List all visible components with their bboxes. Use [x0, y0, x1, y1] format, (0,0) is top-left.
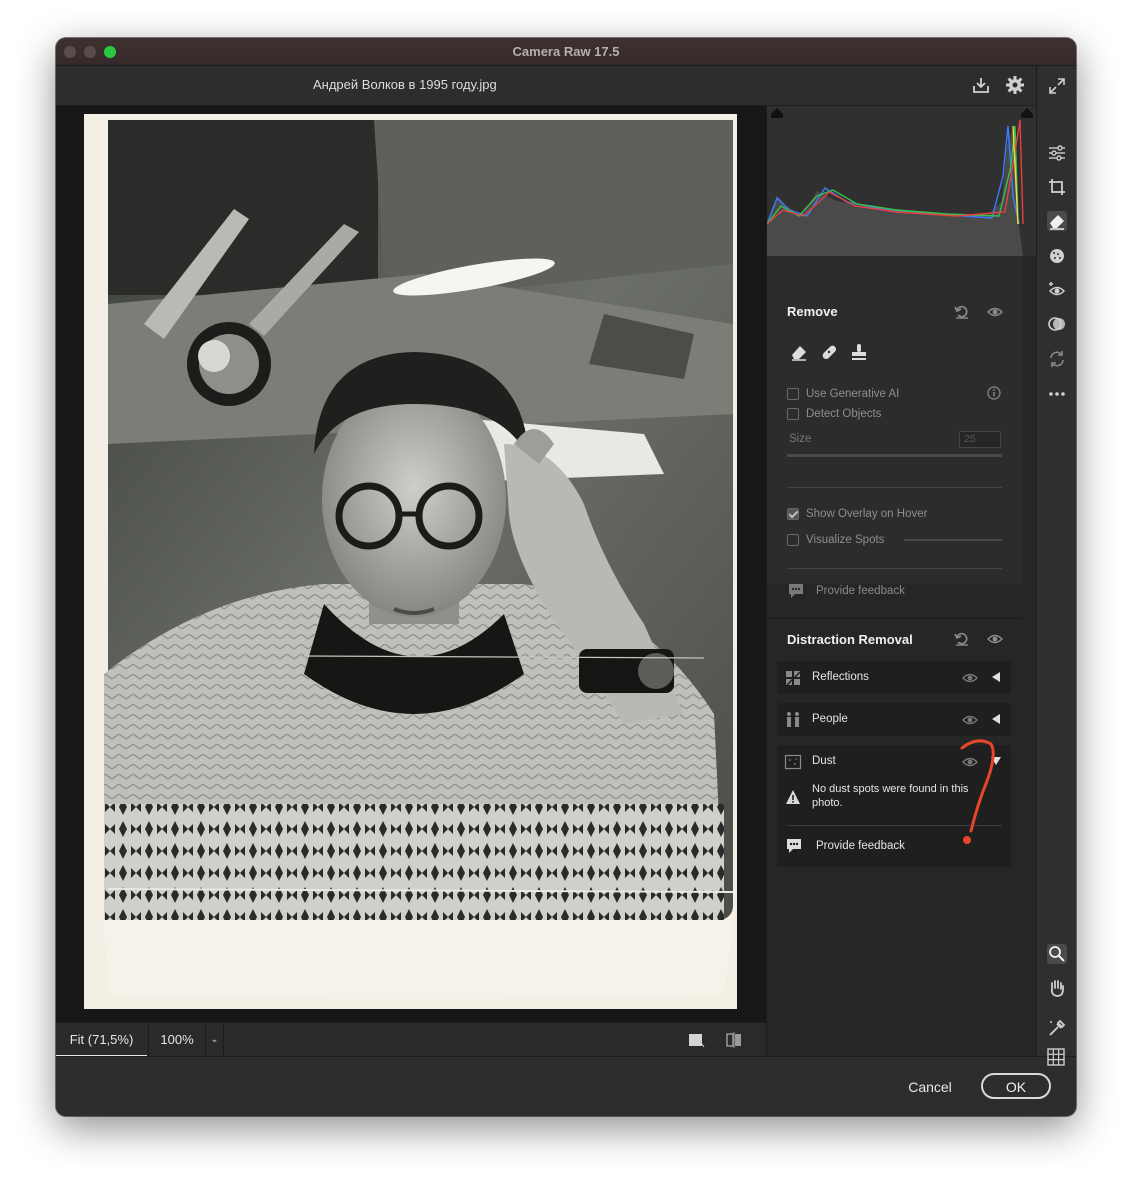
save-image-icon[interactable]	[971, 75, 991, 95]
image-canvas[interactable]	[56, 106, 766, 1022]
remove-title: Remove	[787, 304, 838, 319]
visualize-spots-checkbox[interactable]	[787, 534, 799, 546]
use-generative-ai-checkbox[interactable]	[787, 388, 799, 400]
reflections-row[interactable]: Reflections	[777, 661, 1011, 694]
camera-raw-window: Camera Raw 17.5 Андрей Волков в 1995 год…	[56, 38, 1076, 1116]
use-generative-ai-row[interactable]: Use Generative AI	[787, 386, 899, 402]
before-after-icon[interactable]	[725, 1031, 743, 1049]
dust-feedback-label: Provide feedback	[816, 840, 905, 852]
visibility-eye-icon[interactable]	[987, 631, 1003, 647]
title-bar: Camera Raw 17.5	[56, 38, 1076, 66]
mask-icon[interactable]	[1047, 246, 1067, 266]
detect-objects-label: Detect Objects	[806, 408, 882, 420]
heal-tool-icon[interactable]	[819, 342, 839, 362]
detect-objects-row[interactable]: Detect Objects	[787, 406, 881, 422]
file-name: Андрей Волков в 1995 году.jpg	[313, 77, 497, 92]
color-sampler-icon[interactable]	[1047, 1018, 1067, 1038]
feedback-icon	[789, 584, 803, 598]
info-icon[interactable]	[987, 386, 1001, 400]
people-row[interactable]: People	[777, 703, 1011, 736]
dust-panel: Dust No dust spots were found in this ph…	[777, 745, 1011, 867]
cancel-button[interactable]: Cancel	[900, 1074, 960, 1100]
expand-triangle-icon[interactable]	[990, 713, 1002, 725]
collapse-triangle-icon[interactable]	[990, 755, 1002, 767]
tool-rail	[1036, 66, 1076, 1056]
edit-sliders-icon[interactable]	[1047, 143, 1067, 163]
divider	[787, 825, 1002, 826]
dust-feedback[interactable]: Provide feedback	[785, 837, 985, 857]
reflections-label: Reflections	[812, 671, 869, 683]
header-bar: Андрей Волков в 1995 году.jpg	[56, 66, 1076, 106]
photo-preview[interactable]	[84, 114, 737, 1009]
visibility-eye-icon[interactable]	[962, 712, 978, 728]
dust-icon	[784, 754, 802, 770]
visibility-eye-icon[interactable]	[962, 754, 978, 770]
feedback-icon	[787, 839, 801, 853]
reset-icon[interactable]	[954, 304, 970, 320]
divider	[787, 487, 1002, 488]
show-overlay-row[interactable]: Show Overlay on Hover	[787, 506, 927, 522]
dust-message: No dust spots were found in this photo.	[812, 783, 969, 809]
window-title: Camera Raw 17.5	[512, 44, 620, 59]
histogram	[766, 106, 1037, 256]
zoom-window-button[interactable]	[104, 46, 116, 58]
view-toolbar: Fit (71,5%) 100% ⌄	[56, 1022, 766, 1057]
clone-stamp-icon[interactable]	[849, 342, 869, 362]
sync-icon[interactable]	[1047, 349, 1067, 369]
visualize-spots-slider[interactable]	[904, 539, 1002, 541]
dust-label[interactable]: Dust	[812, 755, 836, 767]
expand-fullscreen-icon[interactable]	[1047, 76, 1067, 96]
size-slider[interactable]	[787, 454, 1002, 457]
distraction-removal-title: Distraction Removal	[787, 632, 913, 647]
use-generative-ai-label: Use Generative AI	[806, 388, 900, 400]
dialog-footer: Cancel OK	[56, 1048, 1076, 1116]
eraser-icon[interactable]	[1047, 211, 1067, 231]
crop-icon[interactable]	[1047, 177, 1067, 197]
zoom-100-button[interactable]: 100%	[148, 1023, 206, 1057]
people-icon	[787, 712, 799, 727]
photo-image	[84, 114, 737, 1009]
minimize-window-button[interactable]	[84, 46, 96, 58]
expand-triangle-icon[interactable]	[990, 671, 1002, 683]
single-view-icon[interactable]	[687, 1031, 705, 1049]
size-label: Size	[789, 433, 812, 445]
presets-icon[interactable]	[1047, 314, 1067, 334]
show-overlay-label: Show Overlay on Hover	[806, 508, 928, 520]
more-icon[interactable]	[1047, 384, 1067, 404]
gear-icon[interactable]	[1005, 75, 1025, 95]
remove-section: Remove Use Generative AI Detect Objects …	[767, 256, 1022, 584]
show-overlay-checkbox[interactable]	[787, 508, 799, 520]
red-eye-icon[interactable]	[1047, 280, 1067, 300]
section-separator	[767, 618, 1022, 619]
people-label: People	[812, 713, 848, 725]
grid-icon[interactable]	[1046, 1047, 1066, 1067]
visibility-eye-icon[interactable]	[987, 304, 1003, 320]
hand-icon[interactable]	[1047, 978, 1067, 998]
zoom-fit-button[interactable]: Fit (71,5%)	[56, 1023, 147, 1057]
reset-icon[interactable]	[954, 631, 970, 647]
zoom-dropdown-chevron-icon[interactable]: ⌄	[206, 1023, 224, 1057]
remove-feedback-label: Provide feedback	[816, 585, 905, 597]
remove-tools	[789, 342, 899, 364]
size-input[interactable]: 25	[959, 431, 1001, 448]
close-window-button[interactable]	[64, 46, 76, 58]
eraser-tool-icon[interactable]	[789, 342, 809, 362]
reflections-icon	[786, 671, 801, 686]
divider	[787, 568, 1002, 569]
visibility-eye-icon[interactable]	[962, 670, 978, 686]
ok-button[interactable]: OK	[981, 1073, 1051, 1099]
visualize-spots-label: Visualize Spots	[806, 534, 885, 546]
detect-objects-checkbox[interactable]	[787, 408, 799, 420]
zoom-icon[interactable]	[1047, 944, 1067, 964]
warning-icon	[786, 790, 800, 804]
visualize-spots-row[interactable]: Visualize Spots	[787, 532, 884, 548]
window-controls	[64, 46, 116, 58]
edit-panel: Remove Use Generative AI Detect Objects …	[766, 106, 1037, 1056]
